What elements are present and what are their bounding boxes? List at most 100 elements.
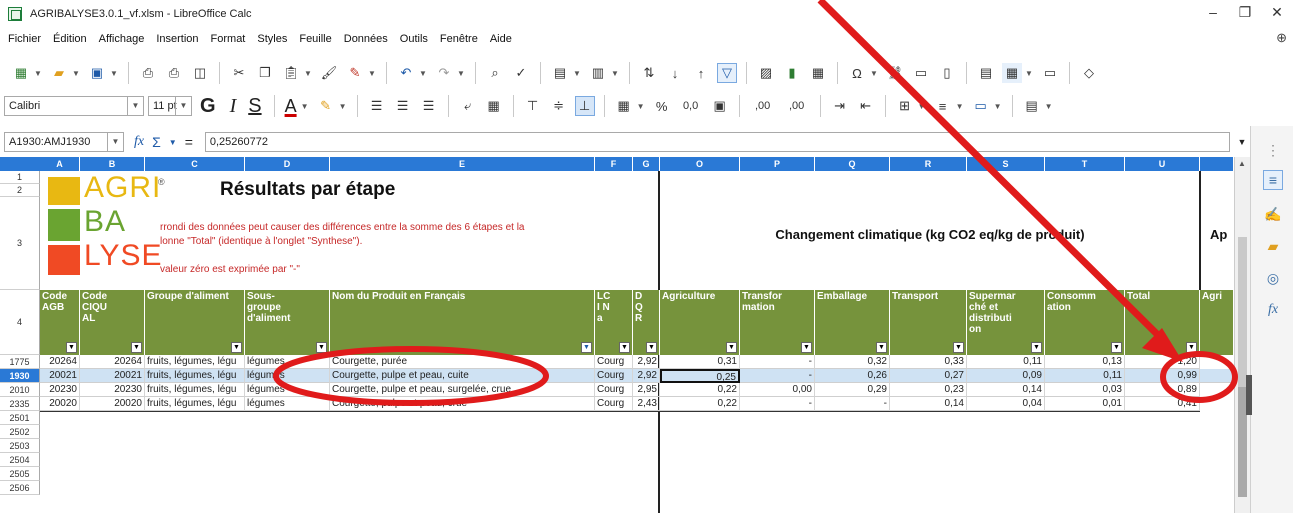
column-header-u[interactable]: U: [1125, 157, 1200, 171]
chevron-down-icon[interactable]: ▼: [368, 69, 376, 78]
chevron-down-icon[interactable]: ▼: [107, 133, 123, 151]
cell-p[interactable]: 0,00: [740, 383, 815, 397]
menu-donnees[interactable]: Données: [344, 33, 388, 45]
chevron-down-icon[interactable]: ▼: [1045, 102, 1053, 111]
cell-g[interactable]: 2,43: [633, 397, 660, 411]
formula-input[interactable]: 0,25260772: [204, 132, 1230, 152]
cell-u[interactable]: 1,20: [1125, 355, 1200, 369]
cell-d[interactable]: légumes: [245, 383, 330, 397]
font-size-box[interactable]: 11 pt ▼: [148, 96, 192, 116]
percent-format-button[interactable]: %: [652, 96, 672, 116]
chevron-down-icon[interactable]: ▼: [419, 69, 427, 78]
column-header-a[interactable]: A: [40, 157, 80, 171]
chevron-down-icon[interactable]: ▼: [457, 69, 465, 78]
row-header[interactable]: 2501: [0, 411, 40, 425]
show-draw-functions-icon[interactable]: ◇: [1079, 63, 1099, 83]
cell-o[interactable]: 0,22: [660, 397, 740, 411]
chevron-down-icon[interactable]: ▼: [611, 69, 619, 78]
export-pdf-icon[interactable]: ⎙: [138, 63, 158, 83]
autofilter-button[interactable]: ▼: [801, 342, 812, 353]
open-folder-icon[interactable]: ▰: [49, 63, 69, 83]
chevron-down-icon[interactable]: ▼: [870, 69, 878, 78]
column-icon[interactable]: ▥: [588, 63, 608, 83]
scrollbar-thumb[interactable]: [1238, 237, 1247, 387]
cell-a[interactable]: 20021: [40, 369, 80, 383]
cell-b[interactable]: 20020: [80, 397, 145, 411]
chevron-down-icon[interactable]: ▼: [956, 102, 964, 111]
freeze-rows-icon[interactable]: ▦: [1002, 63, 1022, 83]
cell-t[interactable]: 0,01: [1045, 397, 1125, 411]
chevron-down-icon[interactable]: ▼: [301, 102, 309, 111]
column-header-p[interactable]: P: [740, 157, 815, 171]
center-vertically-icon[interactable]: ≑: [549, 96, 569, 116]
autofilter-icon[interactable]: ▽: [717, 63, 737, 83]
cell-e[interactable]: Courgette, pulpe et peau, crue: [330, 397, 595, 411]
chevron-down-icon[interactable]: ▼: [339, 102, 347, 111]
save-icon[interactable]: ▣: [87, 63, 107, 83]
autofilter-button[interactable]: ▼: [726, 342, 737, 353]
cell-o[interactable]: 0,22: [660, 383, 740, 397]
hyperlink-icon[interactable]: ⛓: [885, 63, 905, 83]
spreadsheet-grid[interactable]: A B C D E F G O P Q R S T U 1 2 3 4 1775…: [0, 157, 1234, 513]
pivot-table-icon[interactable]: ▦: [808, 63, 828, 83]
cell-p[interactable]: -: [740, 355, 815, 369]
border-style-icon[interactable]: ≡: [933, 96, 953, 116]
undo-icon[interactable]: ↶: [396, 63, 416, 83]
align-bottom-icon[interactable]: ⊥: [574, 96, 595, 116]
cell-c[interactable]: fruits, légumes, légu: [145, 397, 245, 411]
chevron-down-icon[interactable]: ▼: [127, 97, 143, 115]
paste-icon[interactable]: 📋︎: [281, 63, 301, 83]
cell-c[interactable]: fruits, légumes, légu: [145, 355, 245, 369]
cell-q[interactable]: -: [815, 397, 890, 411]
cell-v[interactable]: [1200, 369, 1234, 383]
cell-a[interactable]: 20264: [40, 355, 80, 369]
header-footer-icon[interactable]: ▯: [937, 63, 957, 83]
gallery-icon[interactable]: ▰: [1263, 236, 1283, 256]
split-window-icon[interactable]: ▭: [1040, 63, 1060, 83]
merge-cells-icon[interactable]: ▦: [484, 96, 504, 116]
row-header[interactable]: 2504: [0, 453, 40, 467]
print-icon[interactable]: ⎙: [164, 63, 184, 83]
autofilter-button[interactable]: ▼: [1111, 342, 1122, 353]
menu-insertion[interactable]: Insertion: [156, 33, 198, 45]
cell-t[interactable]: 0,03: [1045, 383, 1125, 397]
cell-s[interactable]: 0,14: [967, 383, 1045, 397]
align-right-icon[interactable]: ☰: [419, 96, 439, 116]
column-header-g[interactable]: G: [633, 157, 660, 171]
cell-g[interactable]: 2,92: [633, 355, 660, 369]
chevron-down-icon[interactable]: ▼: [994, 102, 1002, 111]
find-replace-icon[interactable]: ⌕: [485, 63, 505, 83]
cell-r[interactable]: 0,23: [890, 383, 967, 397]
background-color-icon[interactable]: ▭: [971, 96, 991, 116]
autofilter-button[interactable]: ▼: [316, 342, 327, 353]
chevron-down-icon[interactable]: ▼: [573, 69, 581, 78]
font-color-button[interactable]: A: [285, 96, 297, 117]
select-all-corner[interactable]: [0, 157, 40, 171]
cell-q[interactable]: 0,26: [815, 369, 890, 383]
cell-b[interactable]: 20264: [80, 355, 145, 369]
column-header-b[interactable]: B: [80, 157, 145, 171]
row-header[interactable]: 4: [0, 290, 40, 355]
menu-format[interactable]: Format: [211, 33, 246, 45]
column-header-q[interactable]: Q: [815, 157, 890, 171]
column-header-f[interactable]: F: [595, 157, 633, 171]
sort-descending-icon[interactable]: ↑: [691, 63, 711, 83]
cell-r[interactable]: 0,33: [890, 355, 967, 369]
row-header[interactable]: 1: [0, 171, 40, 184]
sidebar-menu-icon[interactable]: ⋮: [1263, 140, 1283, 160]
autofilter-button[interactable]: ▼: [619, 342, 630, 353]
autofilter-button[interactable]: ▼: [131, 342, 142, 353]
menu-styles[interactable]: Styles: [257, 33, 287, 45]
cell-e[interactable]: Courgette, purée: [330, 355, 595, 369]
comment-icon[interactable]: ▭: [911, 63, 931, 83]
cell-f[interactable]: Courg: [595, 355, 633, 369]
styles-icon[interactable]: ✍: [1263, 204, 1283, 224]
cell-q[interactable]: 0,32: [815, 355, 890, 369]
cell-s[interactable]: 0,09: [967, 369, 1045, 383]
chevron-down-icon[interactable]: ▼: [169, 138, 177, 147]
menu-outils[interactable]: Outils: [400, 33, 428, 45]
cell-b[interactable]: 20230: [80, 383, 145, 397]
row-icon[interactable]: ▤: [550, 63, 570, 83]
menu-affichage[interactable]: Affichage: [99, 33, 145, 45]
number-format-button[interactable]: 0,0: [678, 96, 704, 116]
